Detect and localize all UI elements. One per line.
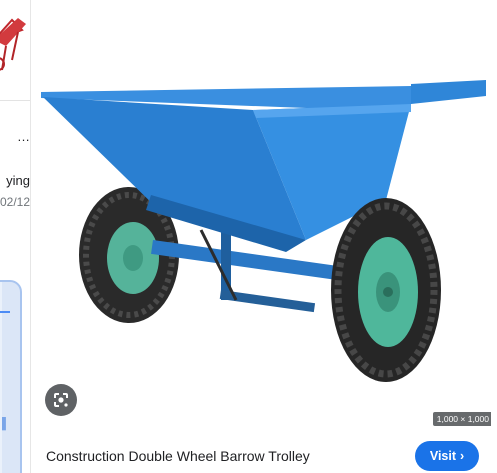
google-lens-icon bbox=[54, 393, 68, 407]
result-card-marker: ▌ bbox=[2, 418, 10, 430]
result-card-accent bbox=[0, 311, 10, 313]
result-card[interactable] bbox=[0, 280, 22, 473]
visit-button[interactable]: Visit › bbox=[415, 441, 479, 471]
result-thumbnail[interactable] bbox=[0, 0, 30, 78]
chevron-right-icon: › bbox=[460, 449, 465, 463]
scrollbar[interactable] bbox=[491, 0, 497, 473]
visit-button-label: Visit bbox=[429, 449, 456, 463]
result-date: 02/12 bbox=[0, 195, 30, 209]
wheel-right-front bbox=[331, 198, 441, 382]
left-results-column: … ying 02/12 ▌ bbox=[0, 0, 31, 473]
image-dimensions-badge: 1,000 × 1,000 bbox=[432, 412, 493, 426]
frame bbox=[151, 229, 337, 313]
result-snippet-ellipsis: … bbox=[17, 129, 30, 144]
image-preview-panel: 1,000 × 1,000 Construction Double Wheel … bbox=[31, 0, 497, 473]
divider bbox=[0, 100, 30, 101]
preview-title[interactable]: Construction Double Wheel Barrow Trolley bbox=[46, 448, 310, 464]
google-lens-button[interactable] bbox=[45, 384, 77, 416]
preview-image[interactable] bbox=[31, 0, 497, 432]
result-snippet-text[interactable]: ying bbox=[0, 173, 30, 188]
